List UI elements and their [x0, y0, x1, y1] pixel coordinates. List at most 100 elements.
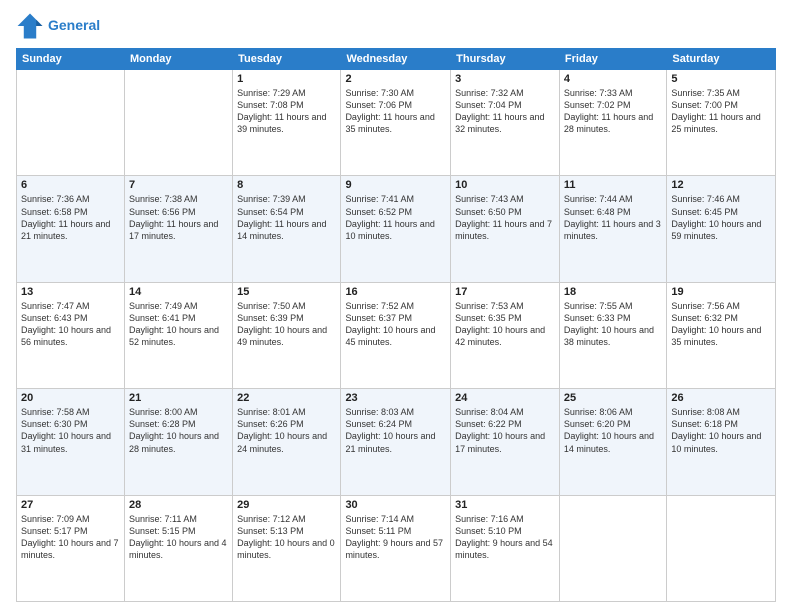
day-number: 2	[345, 73, 446, 85]
day-cell: 19Sunrise: 7:56 AM Sunset: 6:32 PM Dayli…	[667, 282, 776, 388]
day-number: 17	[455, 286, 555, 298]
col-header-saturday: Saturday	[667, 49, 776, 70]
day-info: Sunrise: 8:06 AM Sunset: 6:20 PM Dayligh…	[564, 406, 662, 455]
day-number: 6	[21, 179, 120, 191]
day-info: Sunrise: 7:12 AM Sunset: 5:13 PM Dayligh…	[237, 513, 336, 562]
day-cell: 6Sunrise: 7:36 AM Sunset: 6:58 PM Daylig…	[17, 176, 125, 282]
day-number: 14	[129, 286, 228, 298]
col-header-sunday: Sunday	[17, 49, 125, 70]
col-header-thursday: Thursday	[451, 49, 560, 70]
col-header-friday: Friday	[559, 49, 666, 70]
day-cell: 8 Sunrise: 7:39 AM Sunset: 6:54 PM Daylig…	[233, 176, 341, 282]
day-number: 9	[345, 179, 446, 191]
day-cell	[667, 495, 776, 601]
day-number: 16	[345, 286, 446, 298]
col-header-monday: Monday	[124, 49, 232, 70]
day-cell: 17 Sunrise: 7:53 AM Sunset: 6:35 PM Dayli…	[451, 282, 560, 388]
day-number: 7	[129, 179, 228, 191]
day-info: Sunrise: 7:30 AM Sunset: 7:06 PM Dayligh…	[345, 87, 446, 136]
day-number: 4	[564, 73, 662, 85]
day-info: Sunrise: 7:47 AM Sunset: 6:43 PM Dayligh…	[21, 300, 120, 349]
week-row-5: 27Sunrise: 7:09 AM Sunset: 5:17 PM Dayli…	[17, 495, 776, 601]
day-cell: 11 Sunrise: 7:44 AM Sunset: 6:48 PM Dayli…	[559, 176, 666, 282]
day-info: Sunrise: 7:44 AM Sunset: 6:48 PM Dayligh…	[564, 193, 662, 242]
day-cell: 25Sunrise: 8:06 AM Sunset: 6:20 PM Dayli…	[559, 389, 666, 495]
day-number: 22	[237, 392, 336, 404]
day-number: 23	[345, 392, 446, 404]
day-cell: 15 Sunrise: 7:50 AM Sunset: 6:39 PM Dayli…	[233, 282, 341, 388]
week-row-3: 13 Sunrise: 7:47 AM Sunset: 6:43 PM Dayli…	[17, 282, 776, 388]
day-cell	[17, 70, 125, 176]
day-info: Sunrise: 7:35 AM Sunset: 7:00 PM Dayligh…	[671, 87, 771, 136]
day-cell: 21 Sunrise: 8:00 AM Sunset: 6:28 PM Dayli…	[124, 389, 232, 495]
day-info: Sunrise: 7:29 AM Sunset: 7:08 PM Dayligh…	[237, 87, 336, 136]
day-info: Sunrise: 7:14 AM Sunset: 5:11 PM Dayligh…	[345, 513, 446, 562]
day-number: 11	[564, 179, 662, 191]
day-cell: 9 Sunrise: 7:41 AM Sunset: 6:52 PM Daylig…	[341, 176, 451, 282]
col-header-wednesday: Wednesday	[341, 49, 451, 70]
day-info: Sunrise: 7:38 AM Sunset: 6:56 PM Dayligh…	[129, 193, 228, 242]
day-cell: 16 Sunrise: 7:52 AM Sunset: 6:37 PM Dayli…	[341, 282, 451, 388]
day-number: 21	[129, 392, 228, 404]
day-cell: 10 Sunrise: 7:43 AM Sunset: 6:50 PM Dayli…	[451, 176, 560, 282]
day-number: 29	[237, 499, 336, 511]
header: General	[16, 12, 776, 40]
header-row: SundayMondayTuesdayWednesdayThursdayFrid…	[17, 49, 776, 70]
day-info: Sunrise: 7:39 AM Sunset: 6:54 PM Dayligh…	[237, 193, 336, 242]
day-number: 18	[564, 286, 662, 298]
day-number: 1	[237, 73, 336, 85]
day-info: Sunrise: 8:01 AM Sunset: 6:26 PM Dayligh…	[237, 406, 336, 455]
day-number: 28	[129, 499, 228, 511]
day-info: Sunrise: 7:50 AM Sunset: 6:39 PM Dayligh…	[237, 300, 336, 349]
day-info: Sunrise: 7:33 AM Sunset: 7:02 PM Dayligh…	[564, 87, 662, 136]
col-header-tuesday: Tuesday	[233, 49, 341, 70]
day-cell: 1 Sunrise: 7:29 AM Sunset: 7:08 PM Daylig…	[233, 70, 341, 176]
day-info: Sunrise: 7:16 AM Sunset: 5:10 PM Dayligh…	[455, 513, 555, 562]
day-info: Sunrise: 7:41 AM Sunset: 6:52 PM Dayligh…	[345, 193, 446, 242]
logo: General	[16, 12, 100, 40]
day-cell: 14Sunrise: 7:49 AM Sunset: 6:41 PM Dayli…	[124, 282, 232, 388]
day-number: 15	[237, 286, 336, 298]
day-info: Sunrise: 7:43 AM Sunset: 6:50 PM Dayligh…	[455, 193, 555, 242]
day-info: Sunrise: 7:56 AM Sunset: 6:32 PM Dayligh…	[671, 300, 771, 349]
day-number: 12	[671, 179, 771, 191]
day-cell: 28 Sunrise: 7:11 AM Sunset: 5:15 PM Dayli…	[124, 495, 232, 601]
day-info: Sunrise: 7:32 AM Sunset: 7:04 PM Dayligh…	[455, 87, 555, 136]
day-info: Sunrise: 8:08 AM Sunset: 6:18 PM Dayligh…	[671, 406, 771, 455]
day-cell: 29 Sunrise: 7:12 AM Sunset: 5:13 PM Dayli…	[233, 495, 341, 601]
day-number: 26	[671, 392, 771, 404]
calendar-table: SundayMondayTuesdayWednesdayThursdayFrid…	[16, 48, 776, 602]
day-info: Sunrise: 7:52 AM Sunset: 6:37 PM Dayligh…	[345, 300, 446, 349]
day-cell: 31 Sunrise: 7:16 AM Sunset: 5:10 PM Dayli…	[451, 495, 560, 601]
day-number: 20	[21, 392, 120, 404]
day-number: 3	[455, 73, 555, 85]
day-number: 10	[455, 179, 555, 191]
logo-text: General	[48, 18, 100, 33]
day-info: Sunrise: 8:00 AM Sunset: 6:28 PM Dayligh…	[129, 406, 228, 455]
week-row-1: 1 Sunrise: 7:29 AM Sunset: 7:08 PM Daylig…	[17, 70, 776, 176]
day-cell	[124, 70, 232, 176]
day-cell: 23 Sunrise: 8:03 AM Sunset: 6:24 PM Dayli…	[341, 389, 451, 495]
day-info: Sunrise: 7:53 AM Sunset: 6:35 PM Dayligh…	[455, 300, 555, 349]
day-info: Sunrise: 7:11 AM Sunset: 5:15 PM Dayligh…	[129, 513, 228, 562]
day-number: 8	[237, 179, 336, 191]
day-info: Sunrise: 7:55 AM Sunset: 6:33 PM Dayligh…	[564, 300, 662, 349]
day-number: 24	[455, 392, 555, 404]
day-cell: 5Sunrise: 7:35 AM Sunset: 7:00 PM Daylig…	[667, 70, 776, 176]
day-number: 13	[21, 286, 120, 298]
day-cell: 4 Sunrise: 7:33 AM Sunset: 7:02 PM Daylig…	[559, 70, 666, 176]
day-cell: 2 Sunrise: 7:30 AM Sunset: 7:06 PM Daylig…	[341, 70, 451, 176]
day-number: 31	[455, 499, 555, 511]
day-cell: 26 Sunrise: 8:08 AM Sunset: 6:18 PM Dayli…	[667, 389, 776, 495]
day-cell: 13 Sunrise: 7:47 AM Sunset: 6:43 PM Dayli…	[17, 282, 125, 388]
day-info: Sunrise: 7:58 AM Sunset: 6:30 PM Dayligh…	[21, 406, 120, 455]
day-cell: 7 Sunrise: 7:38 AM Sunset: 6:56 PM Daylig…	[124, 176, 232, 282]
day-cell: 22 Sunrise: 8:01 AM Sunset: 6:26 PM Dayli…	[233, 389, 341, 495]
day-info: Sunrise: 7:46 AM Sunset: 6:45 PM Dayligh…	[671, 193, 771, 242]
day-number: 30	[345, 499, 446, 511]
day-cell: 20 Sunrise: 7:58 AM Sunset: 6:30 PM Dayli…	[17, 389, 125, 495]
day-info: Sunrise: 8:03 AM Sunset: 6:24 PM Dayligh…	[345, 406, 446, 455]
day-cell: 3 Sunrise: 7:32 AM Sunset: 7:04 PM Daylig…	[451, 70, 560, 176]
day-cell: 30 Sunrise: 7:14 AM Sunset: 5:11 PM Dayli…	[341, 495, 451, 601]
logo-icon	[16, 12, 44, 40]
